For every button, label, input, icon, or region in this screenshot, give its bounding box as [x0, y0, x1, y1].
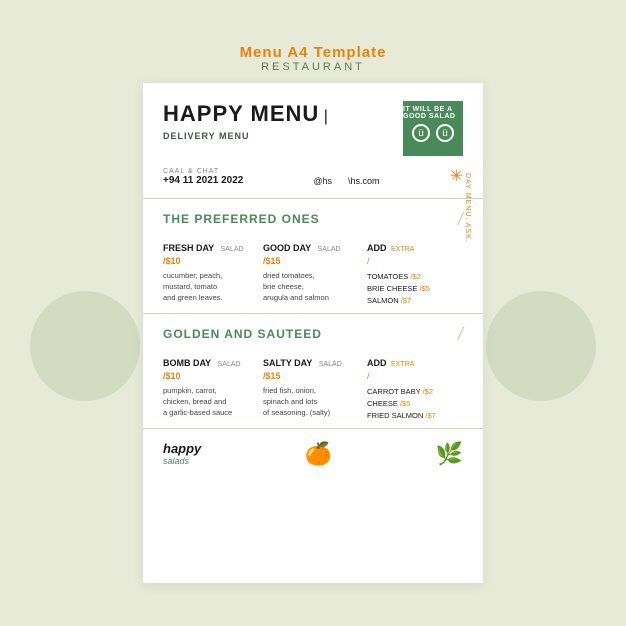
card-top-row2: CAAL & CHAT +94 11 2021 2022 @hs \hs.com… [163, 166, 463, 186]
extra-brie: BRIE CHEESE /$5 [367, 284, 463, 293]
section-slash-preferred: / [458, 209, 463, 230]
side-vertical-text: DAY MENU, ASK. [464, 173, 471, 243]
item-price-bomb: /$10 [163, 371, 255, 381]
extras-slash-golden: / [367, 371, 463, 381]
item-desc-fresh: cucumber, peach,mustard, tomatoand green… [163, 270, 255, 304]
extra-salmon: SALMON /$7 [367, 296, 463, 305]
social-section: @hs \hs.com [313, 176, 379, 186]
extra-tomatoes: TOMATOES /$2 [367, 272, 463, 281]
add-label-row-golden: ADD EXTRA [367, 353, 463, 371]
delivery-label: DELIVERY MENU [163, 131, 328, 141]
section-preferred: THE PREFERRED ONES / FRESH DAY SALAD /$1… [143, 199, 483, 314]
item-name-row-2: GOOD DAY SALAD [263, 238, 355, 256]
logo-face-1: ü [412, 124, 430, 142]
footer-bowl-icon: 🍊 [305, 441, 332, 467]
item-desc-bomb: pumpkin, carrot,chicken, bread anda garl… [163, 385, 255, 419]
social-url: \hs.com [348, 176, 380, 186]
extras-items-preferred: TOMATOES /$2 BRIE CHEESE /$5 SALMON /$7 [367, 272, 463, 305]
happy-menu-title: HAPPY MENU | [163, 101, 328, 127]
item-price-fresh: /$10 [163, 256, 255, 266]
menu-card: DAY MENU, ASK. HAPPY MENU | DELIVERY MEN… [143, 83, 483, 583]
footer-logo-main: happy [163, 441, 201, 456]
logo-faces: ü ü [412, 124, 454, 142]
logo-face-2: ü [436, 124, 454, 142]
item-desc-salty: fried fish, onion,spinach and lotsof sea… [263, 385, 355, 419]
page-header-title: Menu A4 Template [240, 44, 387, 61]
phone-number: +94 11 2021 2022 [163, 175, 243, 186]
item-good-day: GOOD DAY SALAD /$15 dried tomatoes,brie … [263, 238, 363, 305]
extras-slash: / [367, 256, 463, 266]
decorative-circle-right [486, 291, 596, 401]
extra-cheese: CHEESE /$5 [367, 399, 463, 408]
item-price-good: /$15 [263, 256, 355, 266]
footer-leaf-icon: 🌿 [436, 441, 463, 467]
extras-golden: ADD EXTRA / CARROT BABY /$2 CHEESE /$5 F… [363, 353, 463, 420]
item-name-row: FRESH DAY SALAD [163, 238, 255, 256]
call-label: CAAL & CHAT [163, 168, 243, 175]
logo-box: IT WILL BE A GOOD SALAD ü ü [403, 101, 463, 156]
add-label-row: ADD EXTRA [367, 238, 463, 256]
decorative-circle-left [30, 291, 140, 401]
section-title-preferred: THE PREFERRED ONES [163, 212, 320, 226]
logo-top-text: IT WILL BE A GOOD SALAD [403, 106, 463, 120]
item-salty-day: SALTY DAY SALAD /$15 fried fish, onion,s… [263, 353, 363, 420]
contact-section: CAAL & CHAT +94 11 2021 2022 [163, 168, 243, 186]
item-name-row-salty: SALTY DAY SALAD [263, 353, 355, 371]
page-header-subtitle: RESTAURANT [240, 61, 387, 73]
footer-logo: happy salads [163, 441, 201, 466]
item-desc-good: dried tomatoes,brie cheese,arugula and s… [263, 270, 355, 304]
footer-logo-sub: salads [163, 456, 189, 466]
card-top: HAPPY MENU | DELIVERY MENU IT WILL BE A … [143, 83, 483, 199]
section-slash-golden: / [458, 324, 463, 345]
section-title-golden: GOLDEN AND SAUTEED [163, 327, 322, 341]
item-bomb-day: BOMB DAY SALAD /$10 pumpkin, carrot,chic… [163, 353, 263, 420]
section-golden: GOLDEN AND SAUTEED / BOMB DAY SALAD /$10… [143, 314, 483, 429]
extra-fried-salmon: FRIED SALMON /$7 [367, 411, 463, 420]
extras-items-golden: CARROT BABY /$2 CHEESE /$5 FRIED SALMON … [367, 387, 463, 420]
section-header-preferred: THE PREFERRED ONES / [163, 209, 463, 230]
extras-preferred: ADD EXTRA / TOMATOES /$2 BRIE CHEESE /$5… [363, 238, 463, 305]
item-price-salty: /$15 [263, 371, 355, 381]
snowflake-icon: ✳ [450, 166, 463, 186]
page-header: Menu A4 Template RESTAURANT [240, 44, 387, 73]
preferred-items-grid: FRESH DAY SALAD /$10 cucumber, peach,mus… [163, 238, 463, 305]
golden-items-grid: BOMB DAY SALAD /$10 pumpkin, carrot,chic… [163, 353, 463, 420]
item-name-row-bomb: BOMB DAY SALAD [163, 353, 255, 371]
card-top-row1: HAPPY MENU | DELIVERY MENU IT WILL BE A … [163, 101, 463, 156]
title-block: HAPPY MENU | DELIVERY MENU [163, 101, 328, 141]
extra-carrot: CARROT BABY /$2 [367, 387, 463, 396]
card-footer: happy salads 🍊 🌿 [143, 429, 483, 479]
social-handle: @hs [313, 176, 332, 186]
item-fresh-day: FRESH DAY SALAD /$10 cucumber, peach,mus… [163, 238, 263, 305]
section-header-golden: GOLDEN AND SAUTEED / [163, 324, 463, 345]
